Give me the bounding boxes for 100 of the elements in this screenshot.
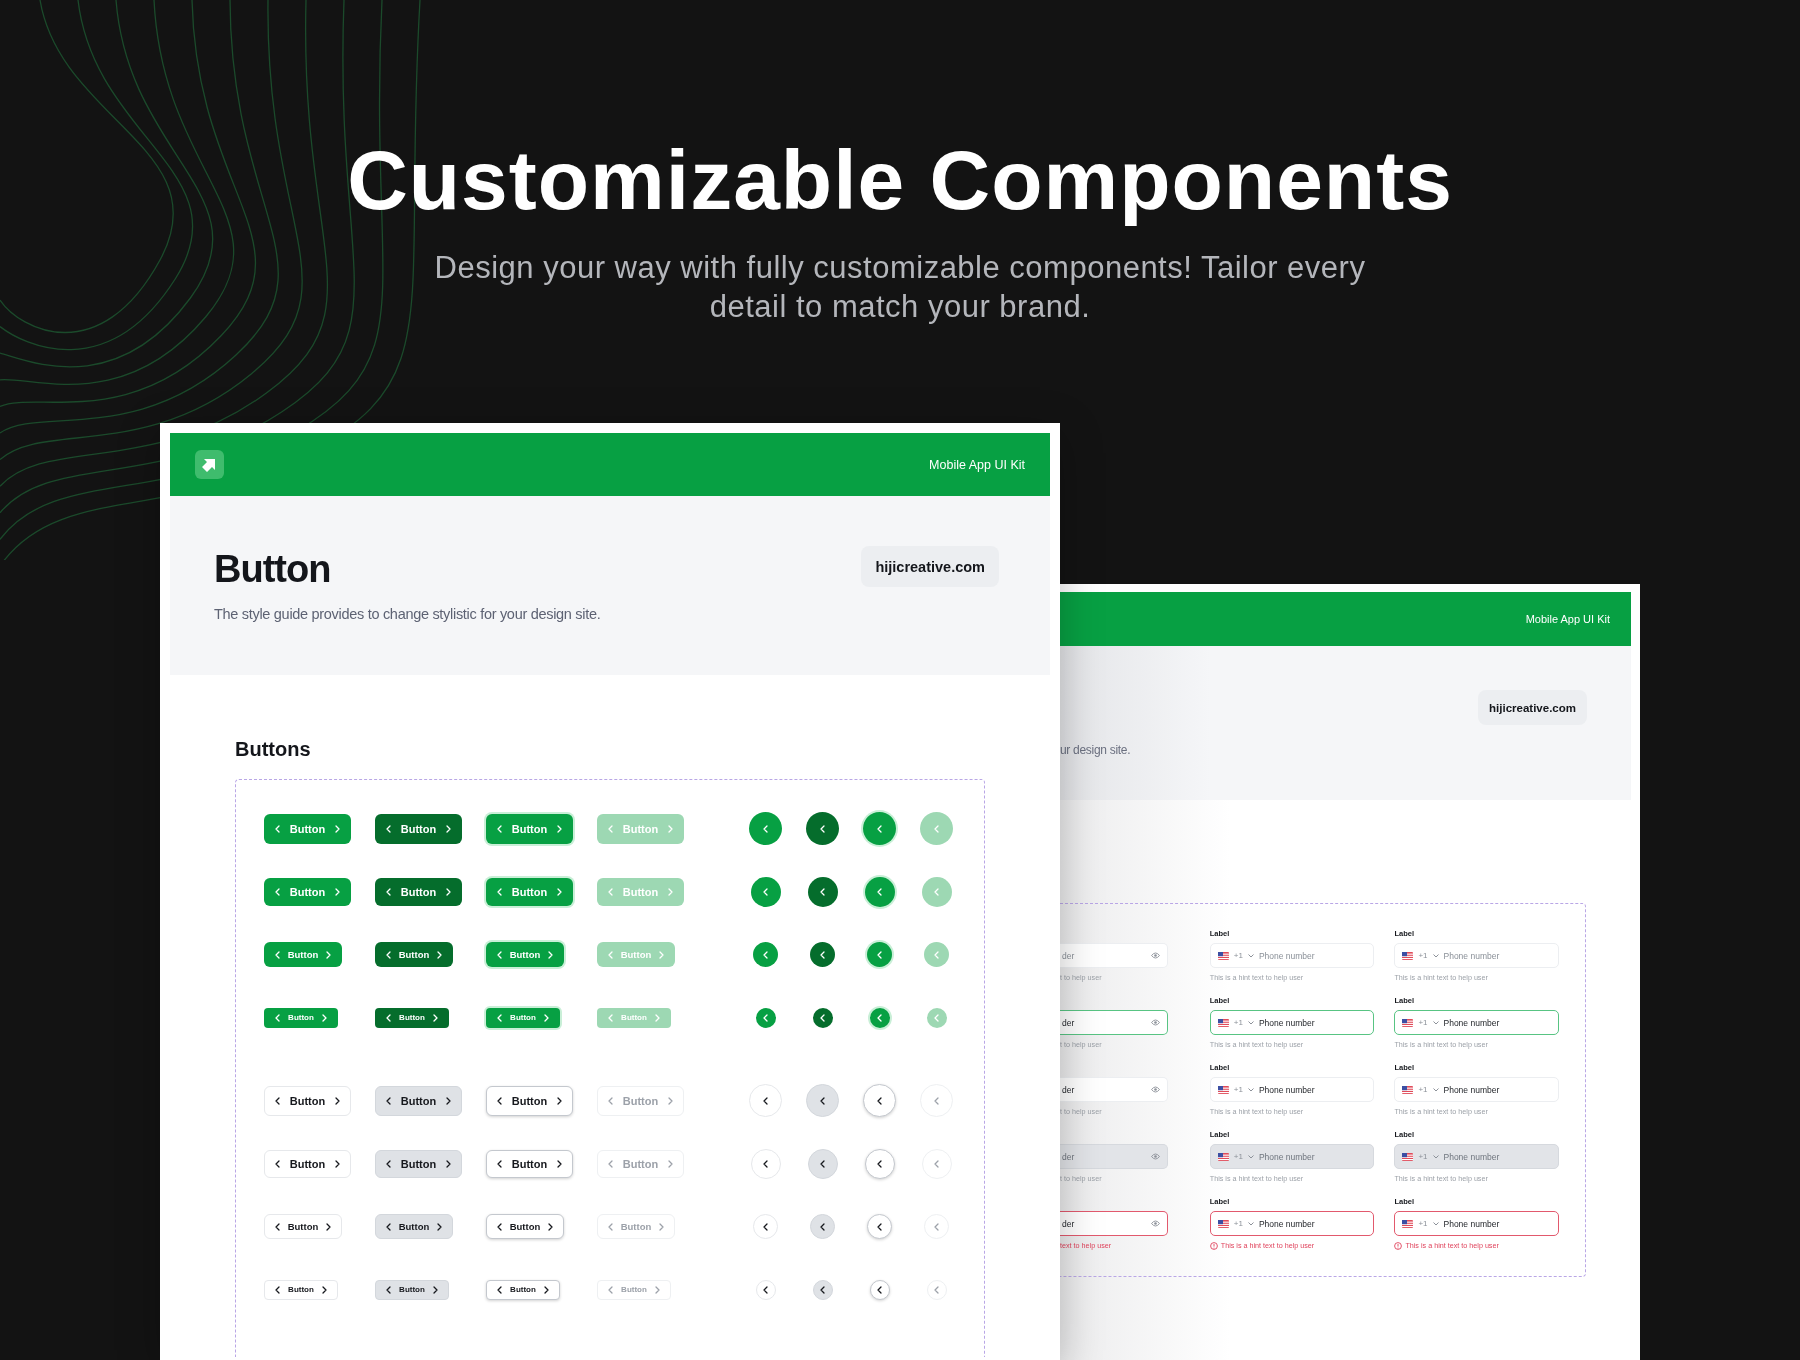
site-badge: hijicreative.com	[1478, 690, 1587, 725]
back-button[interactable]	[807, 1148, 838, 1179]
back-button[interactable]	[806, 812, 839, 845]
field-value: der	[1062, 1218, 1075, 1229]
chevron-button[interactable]: Button	[375, 1279, 449, 1300]
back-button[interactable]	[863, 812, 896, 845]
chevron-left-icon	[933, 1285, 940, 1294]
chevron-button[interactable]: Button	[375, 1085, 462, 1116]
country-code: +1	[1418, 1018, 1428, 1027]
chevron-left-icon	[762, 1159, 769, 1168]
chevron-right-icon	[667, 887, 675, 896]
password-field[interactable]: der	[1060, 1010, 1168, 1035]
chevron-right-icon	[556, 887, 564, 896]
chevron-button[interactable]: Button	[486, 1149, 573, 1178]
phone-field[interactable]: +1 Phone number	[1394, 1211, 1559, 1236]
phone-field[interactable]: +1 Phone number	[1394, 943, 1559, 968]
chevron-button[interactable]: Button	[264, 1085, 351, 1116]
chevron-right-icon	[547, 950, 555, 959]
chevron-left-icon	[933, 1159, 940, 1168]
back-button[interactable]	[753, 942, 778, 967]
password-field[interactable]: der	[1060, 1211, 1168, 1236]
chevron-left-icon	[819, 1285, 826, 1294]
chevron-button[interactable]: Button	[264, 813, 351, 844]
chevron-button[interactable]: Button	[264, 942, 342, 967]
chevron-button[interactable]: Button	[264, 877, 351, 906]
chevron-left-icon	[876, 1159, 883, 1168]
back-button[interactable]	[807, 876, 838, 907]
country-code: +1	[1233, 1018, 1243, 1027]
chevron-button[interactable]: Button	[264, 1007, 338, 1028]
phone-field[interactable]: +1 Phone number	[1209, 1077, 1375, 1102]
phone-field[interactable]: +1 Phone number	[1394, 1010, 1559, 1035]
caret-icon	[1247, 953, 1254, 958]
placeholder-text: Phone number	[1443, 950, 1500, 961]
chevron-left-icon	[933, 1222, 940, 1231]
chevron-left-icon	[384, 1096, 392, 1105]
field-value: Phone number	[1443, 1017, 1500, 1028]
chevron-button[interactable]: Button	[264, 1279, 338, 1300]
country-code: +1	[1233, 1219, 1243, 1228]
chevron-left-icon	[273, 1096, 281, 1105]
chevron-button[interactable]: Button	[486, 1007, 560, 1028]
back-button[interactable]	[812, 1279, 833, 1300]
back-button[interactable]	[812, 1007, 833, 1028]
chevron-left-icon	[819, 950, 826, 959]
password-field[interactable]: der	[1060, 1077, 1168, 1102]
chevron-button[interactable]: Button	[375, 1149, 462, 1178]
chevron-button[interactable]: Button	[375, 1214, 453, 1239]
back-button[interactable]	[810, 942, 835, 967]
back-button[interactable]	[810, 1214, 835, 1239]
back-button[interactable]	[753, 1214, 778, 1239]
chevron-left-icon	[273, 824, 281, 833]
chevron-button[interactable]: Button	[486, 1279, 560, 1300]
chevron-left-icon	[876, 1285, 883, 1294]
chevron-right-icon	[667, 1096, 675, 1105]
chevron-button[interactable]: Button	[375, 813, 462, 844]
flag-icon	[1217, 951, 1229, 960]
chevron-left-icon	[933, 1096, 940, 1105]
flag-icon	[1402, 1085, 1414, 1094]
back-button[interactable]	[867, 942, 892, 967]
back-button[interactable]	[867, 1214, 892, 1239]
chevron-button[interactable]: Button	[375, 877, 462, 906]
chevron-button[interactable]: Button	[486, 813, 573, 844]
password-field[interactable]: der	[1060, 943, 1168, 968]
caret-icon	[1432, 1221, 1439, 1226]
phone-field[interactable]: +1 Phone number	[1209, 1211, 1375, 1236]
back-button[interactable]	[869, 1007, 890, 1028]
page-title: Button	[214, 547, 332, 592]
phone-field[interactable]: +1 Phone number	[1394, 1077, 1559, 1102]
chevron-left-icon	[933, 887, 940, 896]
chevron-button[interactable]: Button	[264, 1214, 342, 1239]
chevron-right-icon	[556, 824, 564, 833]
chevron-button[interactable]: Button	[486, 1085, 573, 1116]
chevron-right-icon	[436, 950, 444, 959]
subheadline: Design your way with fully customizable components! Tailor every detail to match your brand.	[433, 249, 1367, 326]
back-button[interactable]	[750, 876, 781, 907]
phone-field[interactable]: +1 Phone number	[1209, 1010, 1375, 1035]
chevron-left-icon	[385, 1285, 393, 1294]
chevron-button[interactable]: Button	[486, 877, 573, 906]
chevron-left-icon	[385, 1013, 393, 1022]
back-button[interactable]	[755, 1007, 776, 1028]
phone-field[interactable]: +1 Phone number	[1209, 943, 1375, 968]
headline: Customizable Components	[346, 132, 1454, 229]
back-button[interactable]	[749, 812, 782, 845]
chevron-left-icon	[496, 1013, 504, 1022]
chevron-button[interactable]: Button	[375, 942, 453, 967]
flag-icon	[1402, 1152, 1414, 1161]
back-button[interactable]	[864, 876, 895, 907]
chevron-left-icon	[384, 1159, 392, 1168]
eye-icon	[1150, 1220, 1160, 1227]
caret-icon	[1432, 1087, 1439, 1092]
caret-icon	[1432, 953, 1439, 958]
back-button[interactable]	[755, 1279, 776, 1300]
country-code: +1	[1418, 1152, 1428, 1161]
chevron-button[interactable]: Button	[264, 1149, 351, 1178]
chevron-button[interactable]: Button	[375, 1007, 449, 1028]
chevron-button[interactable]: Button	[486, 1214, 564, 1239]
field-value: der	[1062, 1084, 1075, 1095]
chevron-button[interactable]: Button	[486, 942, 564, 967]
chevron-left-icon	[762, 950, 769, 959]
back-button[interactable]	[869, 1279, 890, 1300]
flag-icon	[1402, 1219, 1414, 1228]
